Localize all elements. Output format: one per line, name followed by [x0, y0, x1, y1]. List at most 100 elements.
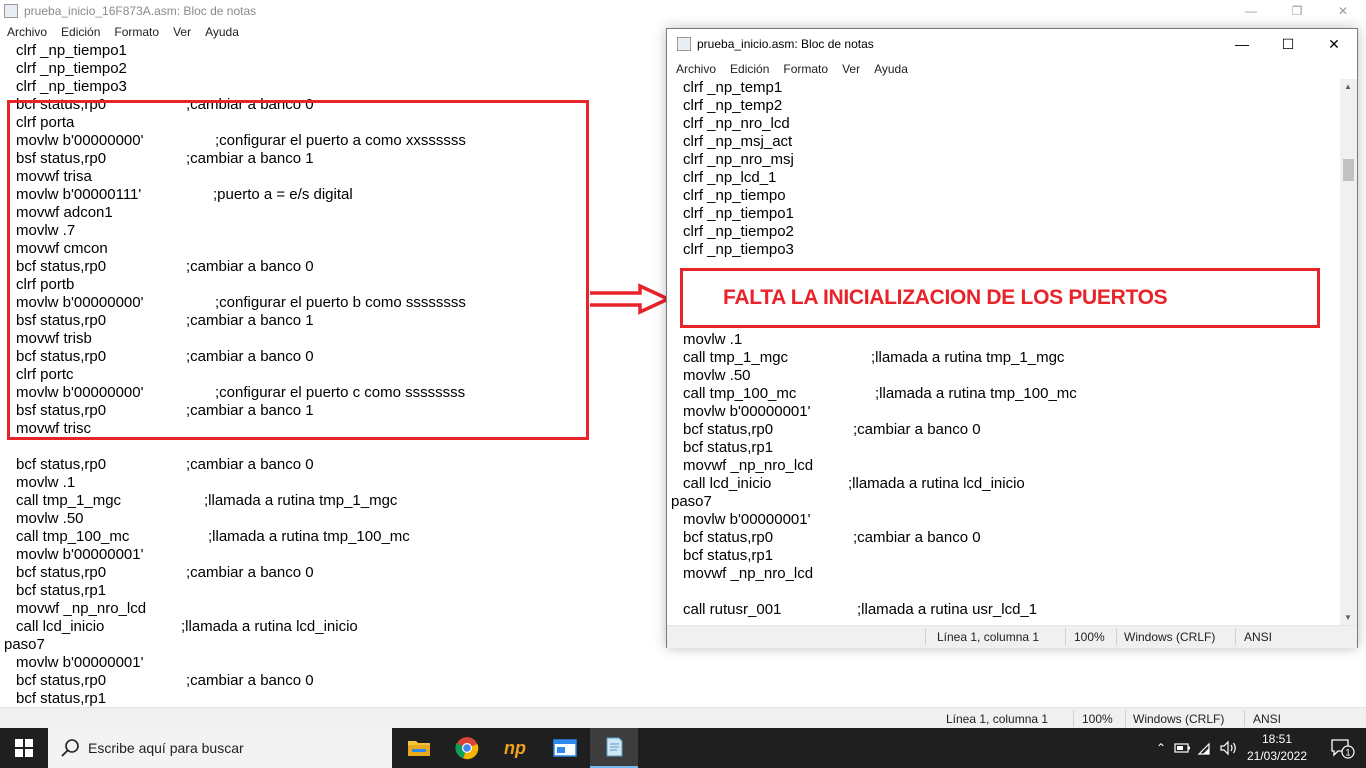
- scroll-up-icon[interactable]: ▲: [1344, 82, 1352, 91]
- menu-item[interactable]: Archivo: [0, 23, 54, 41]
- front-notepad-window[interactable]: prueba_inicio.asm: Bloc de notas — ☐ ✕ A…: [666, 28, 1358, 648]
- code-comment: ;llamada a rutina lcd_inicio: [848, 475, 1025, 492]
- back-status-eol: Windows (CRLF): [1133, 712, 1225, 726]
- taskbar: Escribe aquí para buscar np ⌃ 18:51 21/0…: [0, 728, 1366, 768]
- code-line: call rutusr_001 ;llamada a rutina usr_lcd…: [667, 601, 1341, 619]
- code-line: paso7: [667, 493, 1341, 511]
- close-icon[interactable]: ✕: [1320, 0, 1366, 22]
- code-comment: ;configurar el puerto a como xxssssss: [215, 132, 466, 149]
- code-text: clrf _np_temp1: [683, 79, 783, 96]
- battery-icon[interactable]: [1172, 741, 1194, 755]
- code-comment: ;configurar el puerto c como ssssssss: [215, 384, 466, 401]
- code-comment: ;configurar el puerto b como ssssssss: [215, 294, 466, 311]
- code-text: movwf _np_nro_lcd: [683, 565, 814, 582]
- code-line: movlw b'00000001': [0, 654, 1366, 672]
- code-line: clrf _np_temp1: [667, 79, 1341, 97]
- menu-item[interactable]: Edición: [54, 23, 107, 41]
- code-line: movwf _np_nro_lcd: [667, 457, 1341, 475]
- code-text: clrf portc: [16, 366, 74, 383]
- code-text: clrf _np_tiempo2: [683, 223, 794, 240]
- code-comment: ;llamada a rutina usr_lcd_1: [857, 601, 1038, 618]
- front-status-position: Línea 1, columna 1: [937, 630, 1040, 644]
- code-text: bcf status,rp1: [683, 547, 774, 564]
- code-line: clrf _np_nro_msj: [667, 151, 1341, 169]
- code-text: movlw b'00000001': [683, 511, 811, 528]
- menu-item[interactable]: Edición: [723, 60, 776, 78]
- chevron-up-icon[interactable]: ⌃: [1150, 741, 1172, 755]
- code-text: clrf _np_tiempo3: [16, 78, 127, 95]
- front-status-bar: Línea 1, columna 1 100% Windows (CRLF) A…: [667, 625, 1357, 648]
- maximize-icon[interactable]: ☐: [1265, 29, 1311, 59]
- code-text: movlw b'00000000': [16, 132, 144, 149]
- minimize-icon[interactable]: —: [1219, 29, 1265, 59]
- clock-time: 18:51: [1261, 732, 1293, 746]
- code-text: movlw .1: [16, 474, 76, 491]
- code-text: movwf trisc: [16, 420, 91, 437]
- search-placeholder: Escribe aquí para buscar: [88, 740, 244, 756]
- code-text: movlw .7: [16, 222, 76, 239]
- code-text: movlw b'00000000': [16, 384, 144, 401]
- code-comment: ;llamada a rutina tmp_100_mc: [875, 385, 1077, 402]
- file-explorer-icon[interactable]: [395, 728, 443, 768]
- code-text: clrf _np_nro_lcd: [683, 115, 790, 132]
- code-line: clrf _np_tiempo2: [667, 223, 1341, 241]
- chrome-icon[interactable]: [443, 728, 491, 768]
- taskbar-clock[interactable]: 18:51 21/03/2022: [1245, 731, 1309, 765]
- menu-item[interactable]: Formato: [776, 60, 835, 78]
- back-window-title: prueba_inicio_16F873A.asm: Bloc de notas: [24, 4, 257, 18]
- code-text: bcf status,rp0: [16, 348, 107, 365]
- code-text: clrf _np_tiempo: [683, 187, 786, 204]
- code-text: movwf _np_nro_lcd: [683, 457, 814, 474]
- menu-item[interactable]: Ayuda: [867, 60, 915, 78]
- code-text: bcf status,rp0: [683, 421, 774, 438]
- volume-icon[interactable]: [1218, 740, 1240, 756]
- code-line: call lcd_inicio ;llamada a rutina lcd_ini…: [667, 475, 1341, 493]
- search-icon: [61, 739, 79, 757]
- code-text: call tmp_1_mgc: [683, 349, 789, 366]
- code-line: call tmp_1_mgc ;llamada a rutina tmp_1_mg…: [667, 349, 1341, 367]
- code-comment: ;cambiar a banco 1: [186, 312, 314, 329]
- app-window-icon[interactable]: [541, 728, 589, 768]
- code-comment: ;cambiar a banco 1: [186, 402, 314, 419]
- code-line: movlw b'00000001': [667, 403, 1341, 421]
- scroll-thumb[interactable]: [1343, 159, 1354, 181]
- np-app-icon[interactable]: np: [491, 728, 539, 768]
- code-text: bcf status,rp1: [16, 690, 107, 706]
- notepad-taskbar-icon[interactable]: [590, 728, 638, 768]
- back-title-bar[interactable]: prueba_inicio_16F873A.asm: Bloc de notas…: [0, 0, 1366, 22]
- menu-item[interactable]: Ayuda: [198, 23, 246, 41]
- close-icon[interactable]: ✕: [1311, 29, 1357, 59]
- code-comment: ;puerto a = e/s digital: [213, 186, 353, 203]
- code-line: clrf _np_msj_act: [667, 133, 1341, 151]
- maximize-icon[interactable]: ❐: [1274, 0, 1320, 22]
- np-app-label: np: [504, 737, 526, 758]
- code-line: bcf status,rp1: [0, 690, 1366, 706]
- menu-item[interactable]: Archivo: [669, 60, 723, 78]
- arrow-icon: [590, 283, 672, 315]
- menu-item[interactable]: Ver: [166, 23, 198, 41]
- code-text: call tmp_100_mc: [16, 528, 130, 545]
- code-text: movlw .50: [683, 367, 751, 384]
- front-vertical-scrollbar[interactable]: ▲ ▼: [1340, 79, 1357, 625]
- wifi-icon[interactable]: [1194, 740, 1218, 756]
- code-text: call lcd_inicio: [683, 475, 772, 492]
- code-text: movlw b'00000001': [683, 403, 811, 420]
- code-comment: ;llamada a rutina tmp_1_mgc: [871, 349, 1065, 366]
- back-status-zoom: 100%: [1082, 712, 1113, 726]
- minimize-icon[interactable]: —: [1228, 0, 1274, 22]
- notification-center-icon[interactable]: 1: [1318, 728, 1366, 768]
- code-line: clrf _np_tiempo3: [667, 241, 1341, 259]
- notepad-icon: [677, 37, 691, 51]
- code-comment: ;cambiar a banco 1: [186, 150, 314, 167]
- code-text: movlw b'00000001': [16, 654, 144, 671]
- start-button[interactable]: [0, 728, 48, 768]
- front-text-area[interactable]: clrf _np_temp1 clrf _np_temp2 clrf _np_nro…: [667, 79, 1341, 625]
- front-title-bar[interactable]: prueba_inicio.asm: Bloc de notas — ☐ ✕: [667, 29, 1357, 59]
- taskbar-search-box[interactable]: Escribe aquí para buscar: [48, 728, 392, 768]
- code-text: bcf status,rp0: [16, 564, 107, 581]
- scroll-down-icon[interactable]: ▼: [1344, 613, 1352, 622]
- code-comment: ;cambiar a banco 0: [186, 348, 314, 365]
- menu-item[interactable]: Formato: [107, 23, 166, 41]
- menu-item[interactable]: Ver: [835, 60, 867, 78]
